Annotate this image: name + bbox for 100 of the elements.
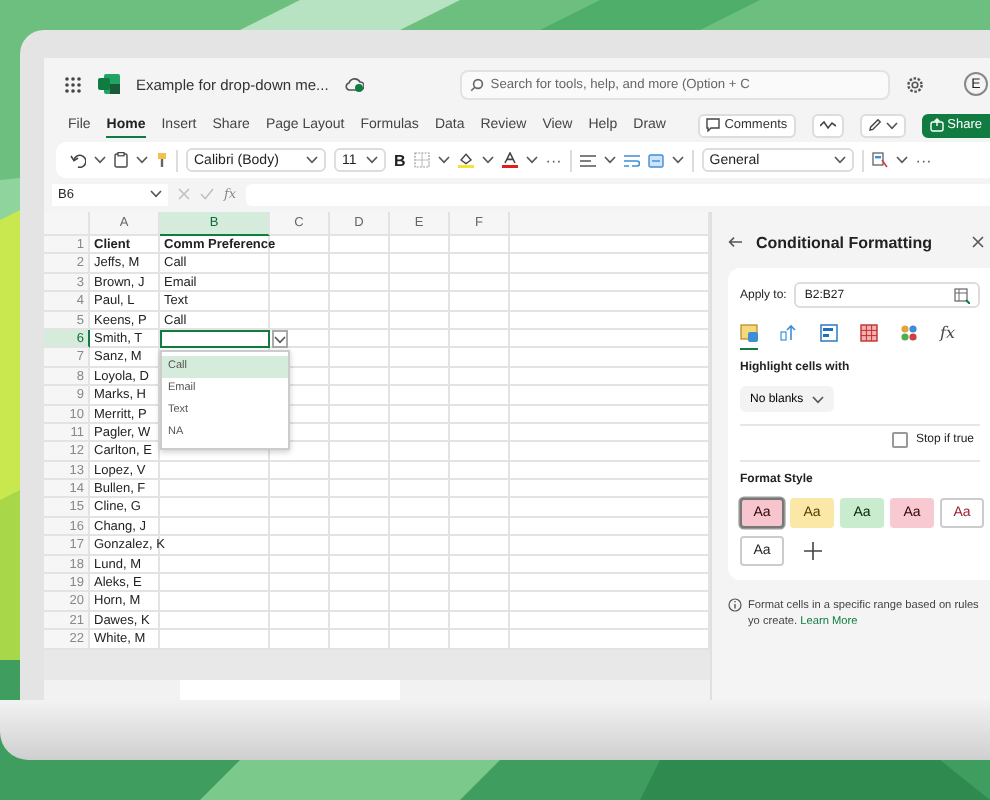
caret-icon[interactable] [366, 156, 378, 164]
activity-button[interactable] [811, 113, 844, 137]
merge-cells-icon[interactable] [647, 153, 664, 167]
table-cell [160, 480, 270, 499]
pencil-icon [867, 118, 882, 132]
table-cell [450, 423, 510, 443]
rule-type-tab[interactable]: fx [940, 324, 955, 350]
table-cell [450, 555, 510, 575]
table-cell [390, 254, 450, 274]
table-cell [160, 461, 270, 481]
caret-icon[interactable] [525, 156, 538, 164]
table-cell [330, 273, 390, 293]
table-cell [270, 461, 330, 481]
check-icon[interactable] [200, 188, 214, 200]
rule-type-tab[interactable] [740, 324, 758, 350]
wrap-text-icon[interactable] [623, 153, 640, 167]
caret-icon[interactable] [671, 156, 684, 164]
table-cell [450, 442, 510, 462]
table-cell [450, 311, 510, 330]
close-icon[interactable] [972, 236, 984, 248]
more-button[interactable]: ··· [915, 151, 932, 169]
table-cell [270, 517, 330, 537]
share-icon [929, 118, 944, 132]
table-cell [450, 367, 510, 387]
table-cell [330, 461, 390, 481]
table-cell [390, 423, 450, 443]
undo-icon[interactable] [70, 153, 86, 167]
caret-icon[interactable] [603, 156, 616, 164]
editing-button[interactable] [859, 113, 906, 137]
table-cell [390, 367, 450, 387]
caret-icon[interactable] [833, 156, 846, 164]
caret-icon[interactable] [94, 156, 106, 164]
caret-icon[interactable] [885, 121, 898, 129]
table-cell [270, 311, 330, 330]
table-cell [450, 254, 510, 274]
app-launcher-icon[interactable] [64, 75, 82, 93]
back-arrow-icon[interactable] [728, 236, 742, 248]
search-icon [470, 77, 485, 91]
table-cell [270, 480, 330, 499]
fill-color-icon[interactable] [457, 152, 474, 168]
info-icon [728, 598, 742, 612]
table-cell [390, 236, 450, 255]
active-cell[interactable] [160, 329, 270, 349]
spreadsheet-app-icon[interactable] [98, 74, 120, 94]
table-cell [450, 329, 510, 349]
table-cell [390, 386, 450, 406]
caret-icon[interactable] [437, 156, 450, 164]
color-scale-icon [860, 324, 878, 342]
table-cell [390, 480, 450, 499]
table-cell [270, 555, 330, 575]
table-cell [390, 517, 450, 537]
table-cell [160, 498, 270, 518]
table-cell [390, 348, 450, 368]
table-cell [450, 592, 510, 612]
caret-icon[interactable] [274, 335, 286, 343]
table-cell [450, 386, 510, 406]
caret-icon[interactable] [811, 395, 824, 403]
table-cell [330, 423, 390, 443]
table-cell [270, 536, 330, 556]
caret-icon[interactable] [481, 156, 494, 164]
table-cell [270, 574, 330, 593]
comment-icon [706, 118, 721, 132]
table-cell [330, 442, 390, 462]
bold-button[interactable]: B [394, 151, 406, 169]
table-cell [450, 480, 510, 499]
caret-icon[interactable] [895, 156, 908, 164]
table-cell [330, 592, 390, 612]
table-cell [160, 517, 270, 537]
conditional-format-icon[interactable] [871, 152, 888, 168]
dropdown-button[interactable] [272, 330, 288, 348]
settings-icon[interactable] [906, 75, 925, 93]
table-cell [390, 574, 450, 593]
table-cell [450, 461, 510, 481]
table-cell [450, 236, 510, 255]
caret-icon[interactable] [306, 156, 318, 164]
checkbox[interactable] [891, 432, 908, 448]
table-cell [330, 555, 390, 575]
font-color-icon[interactable] [501, 152, 518, 168]
table-cell [390, 329, 450, 349]
table-cell [330, 367, 390, 387]
table-cell [330, 498, 390, 518]
caret-icon[interactable] [150, 190, 162, 198]
cloud-check-icon[interactable] [344, 76, 365, 92]
plus-icon[interactable] [803, 542, 821, 560]
table-cell [330, 574, 390, 593]
table-cell [330, 517, 390, 537]
table-cell [270, 292, 330, 312]
table-cell [160, 611, 270, 631]
data-bars-icon [820, 324, 838, 342]
table-cell [450, 498, 510, 518]
table-cell [450, 536, 510, 556]
brush-icon[interactable] [156, 152, 168, 168]
table-cell [450, 574, 510, 593]
caret-icon[interactable] [136, 156, 148, 164]
table-cell [390, 461, 450, 481]
table-cell [270, 592, 330, 612]
table-cell [160, 555, 270, 575]
more-button[interactable]: ··· [545, 151, 562, 169]
align-icon[interactable] [579, 153, 596, 167]
clipboard-icon[interactable] [114, 152, 128, 168]
